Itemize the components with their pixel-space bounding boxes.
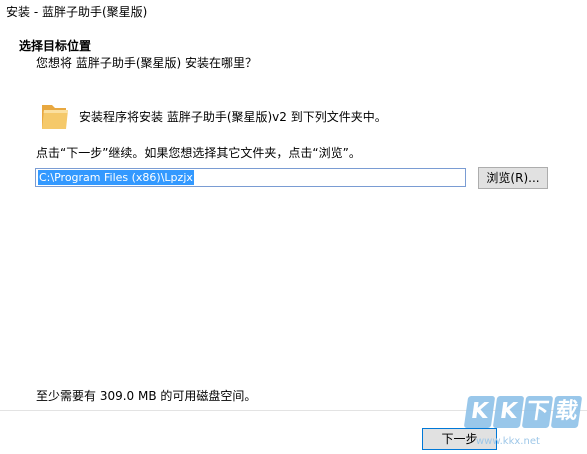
install-path-input[interactable]: C:\Program Files (x86)\Lpzjx	[35, 168, 466, 187]
page-title: 选择目标位置	[19, 39, 92, 53]
watermark-char: K	[463, 396, 496, 428]
watermark-url: www.kkx.net	[476, 436, 540, 447]
page-subtitle: 您想将 蓝胖子助手(聚星版) 安装在哪里？	[36, 56, 257, 70]
folder-icon	[38, 99, 70, 133]
window-title: 安装 - 蓝胖子助手(聚星版)	[6, 5, 148, 19]
disk-space-requirement: 至少需要有 309.0 MB 的可用磁盘空间。	[36, 389, 257, 403]
site-watermark: K K 下 载 www.kkx.net	[463, 396, 584, 452]
installer-window: 安装 - 蓝胖子助手(聚星版) 选择目标位置 您想将 蓝胖子助手(聚星版) 安装…	[0, 0, 587, 454]
install-destination-text: 安装程序将安装 蓝胖子助手(聚星版)v2 到下列文件夹中。	[79, 110, 387, 124]
watermark-char: 下	[521, 396, 554, 428]
continue-instructions: 点击“下一步”继续。如果您想选择其它文件夹，点击“浏览”。	[36, 146, 361, 160]
install-path-value: C:\Program Files (x86)\Lpzjx	[38, 170, 194, 185]
watermark-char: K	[492, 396, 525, 428]
watermark-logo: K K 下 载	[463, 396, 583, 428]
header-divider	[0, 79, 587, 80]
watermark-char: 载	[550, 396, 583, 428]
browse-button[interactable]: 浏览(R)...	[478, 167, 548, 189]
